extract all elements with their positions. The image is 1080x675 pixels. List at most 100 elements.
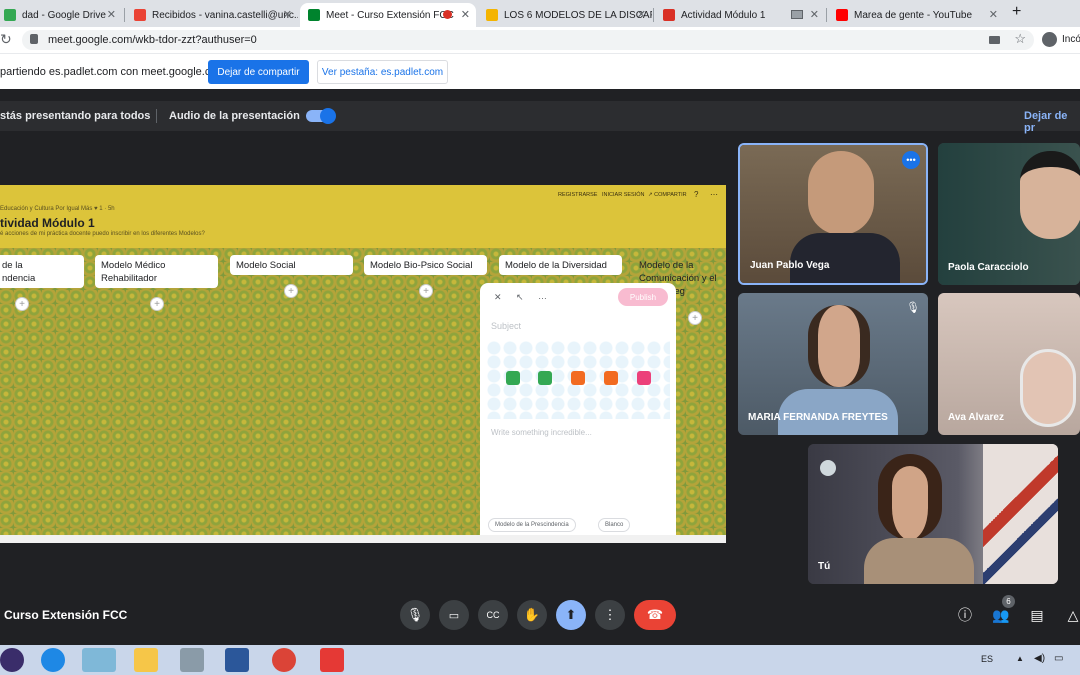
column-tag[interactable]: Modelo de la Prescindencia [488, 518, 576, 532]
meeting-title: Curso Extensión FCC [4, 608, 128, 622]
more-icon[interactable]: … [538, 291, 547, 301]
add-post-icon[interactable]: + [150, 297, 164, 311]
self-view-tile[interactable]: Tú [808, 444, 1058, 584]
recording-icon [443, 10, 452, 19]
padlet-breadcrumb: Educación y Cultura Por Igual Más ♥ 1 · … [0, 206, 115, 212]
column-header-prescindencia[interactable]: de la ndencia [0, 255, 84, 288]
more-options-icon[interactable]: ••• [902, 151, 920, 169]
tab-meet[interactable]: Meet - Curso Extensión FCC ✕ [300, 3, 476, 27]
participant-tile[interactable]: Ava Alvarez [938, 293, 1080, 435]
reload-icon[interactable]: ↻ [0, 31, 12, 48]
shared-tab-preview: Educación y Cultura Por Igual Más ♥ 1 · … [0, 185, 726, 543]
column-header-social[interactable]: Modelo Social [230, 255, 353, 275]
add-post-icon[interactable]: + [688, 311, 702, 325]
link-icon[interactable] [571, 371, 585, 385]
participant-name: Paola Caracciolo [948, 262, 1029, 273]
color-tag[interactable]: Blanco [598, 518, 631, 532]
url-field[interactable]: meet.google.com/wkb-tdor-zzt?authuser=0 … [22, 30, 1034, 50]
audio-toggle[interactable] [306, 108, 336, 124]
more-options-icon[interactable] [637, 371, 651, 385]
close-icon[interactable]: ✕ [989, 8, 998, 21]
upload-icon[interactable] [506, 371, 520, 385]
participant-name: MARIA FERNANDA FREYTES [748, 412, 888, 423]
participant-tile[interactable]: Paola Caracciolo [938, 143, 1080, 285]
participant-tile[interactable]: ••• Juan Pablo Vega [738, 143, 928, 285]
tab-youtube[interactable]: Marea de gente - YouTube ✕ [828, 3, 1004, 27]
chat-icon[interactable]: ▤ [1022, 600, 1052, 630]
column-header-medico[interactable]: Modelo Médico Rehabilitador [95, 255, 218, 288]
expand-icon[interactable]: ↖ [516, 292, 524, 303]
tab-slides[interactable]: LOS 6 MODELOS DE LA DISCAP... ✕ [478, 3, 652, 27]
more-icon[interactable]: ⋯ [710, 190, 718, 199]
network-icon[interactable]: ▭ [1054, 653, 1063, 664]
camera-icon[interactable] [538, 371, 552, 385]
search-icon[interactable] [604, 371, 618, 385]
app-icon[interactable] [0, 648, 24, 672]
activities-icon[interactable]: △ [1058, 600, 1080, 630]
pdf-app-icon[interactable] [320, 648, 344, 672]
raise-hand-icon[interactable]: ✋ [517, 600, 547, 630]
tab-padlet[interactable]: Actividad Módulo 1 ✕ [655, 3, 825, 27]
add-post-icon[interactable]: + [419, 284, 433, 298]
tab-google-drive[interactable]: dad - Google Drive ✕ [0, 3, 122, 27]
padlet-subtitle: é acciones de mi práctica docente puedo … [0, 231, 205, 237]
close-icon[interactable]: ✕ [810, 8, 819, 21]
participant-face [1020, 349, 1076, 427]
app-icon[interactable] [82, 648, 116, 672]
column-header-diversidad[interactable]: Modelo de la Diversidad [499, 255, 622, 275]
participant-face [808, 305, 870, 387]
info-icon[interactable]: ⓘ [950, 600, 980, 630]
login-link[interactable]: INICIAR SESIÓN [602, 192, 644, 198]
file-explorer-icon[interactable] [134, 648, 158, 672]
lock-icon[interactable] [30, 34, 38, 44]
camera-icon[interactable]: ▭ [439, 600, 469, 630]
chrome-icon[interactable] [272, 648, 296, 672]
more-icon[interactable]: ⋮ [595, 600, 625, 630]
captions-icon[interactable]: CC [478, 600, 508, 630]
end-call-icon[interactable]: ☎ [634, 600, 676, 630]
muted-mic-icon: 🎙 [906, 302, 920, 314]
stop-presenting-button[interactable]: Dejar de pr [1024, 110, 1080, 134]
edge-icon[interactable] [41, 648, 65, 672]
share-link[interactable]: ↗ COMPARTIR [648, 192, 687, 198]
profile-avatar[interactable] [1042, 32, 1057, 47]
close-icon[interactable]: ✕ [461, 8, 470, 21]
participant-name: Tú [818, 561, 831, 572]
close-icon[interactable]: ✕ [637, 8, 646, 21]
new-tab-button[interactable]: + [1012, 3, 1021, 21]
present-icon[interactable]: ⬆ [556, 600, 586, 630]
close-icon[interactable]: ✕ [283, 8, 292, 21]
horizontal-scrollbar[interactable] [0, 535, 726, 543]
tab-gmail[interactable]: Recibidos - vanina.castelli@unc... ✕ [126, 3, 298, 27]
browser-tab-strip: dad - Google Drive ✕ Recibidos - vanina.… [0, 0, 1080, 27]
presenting-text: stás presentando para todos [0, 110, 151, 122]
app-icon[interactable] [180, 648, 204, 672]
column-header-biopsico[interactable]: Modelo Bio-Psico Social [364, 255, 487, 275]
participant-face [1020, 151, 1080, 239]
add-post-icon[interactable]: + [284, 284, 298, 298]
help-icon[interactable]: ? [694, 190, 698, 199]
windows-taskbar: ES ▲ ◀) ▭ [0, 645, 1080, 675]
add-post-icon[interactable]: + [15, 297, 29, 311]
sharing-text: partiendo es.padlet.com con meet.google.… [0, 66, 226, 78]
presenting-bar: stás presentando para todos Audio de la … [0, 101, 1080, 134]
stop-sharing-button[interactable]: Dejar de compartir [208, 60, 309, 84]
camera-indicator-icon[interactable] [989, 36, 1000, 44]
bookmark-star-icon[interactable]: ☆ [1014, 31, 1026, 47]
participant-tile[interactable]: 🎙 MARIA FERNANDA FREYTES [738, 293, 928, 435]
body-input[interactable]: Write something incredible... [491, 428, 592, 437]
subject-input[interactable]: Subject [491, 321, 521, 331]
participant-face [878, 454, 942, 540]
close-icon[interactable]: ✕ [494, 292, 502, 303]
mic-icon[interactable]: 🎙 [400, 600, 430, 630]
tray-chevron-icon[interactable]: ▲ [1016, 654, 1024, 663]
view-tab-button[interactable]: Ver pestaña: es.padlet.com [317, 60, 448, 84]
tab-title: Recibidos - vanina.castelli@unc... [152, 9, 298, 21]
word-icon[interactable] [225, 648, 249, 672]
sharing-infobar: partiendo es.padlet.com con meet.google.… [0, 53, 1080, 89]
close-icon[interactable]: ✕ [107, 8, 116, 21]
publish-button[interactable]: Publish [618, 288, 668, 306]
language-indicator[interactable]: ES [981, 654, 993, 664]
volume-icon[interactable]: ◀) [1034, 653, 1045, 664]
register-link[interactable]: REGISTRARSE [558, 192, 597, 198]
